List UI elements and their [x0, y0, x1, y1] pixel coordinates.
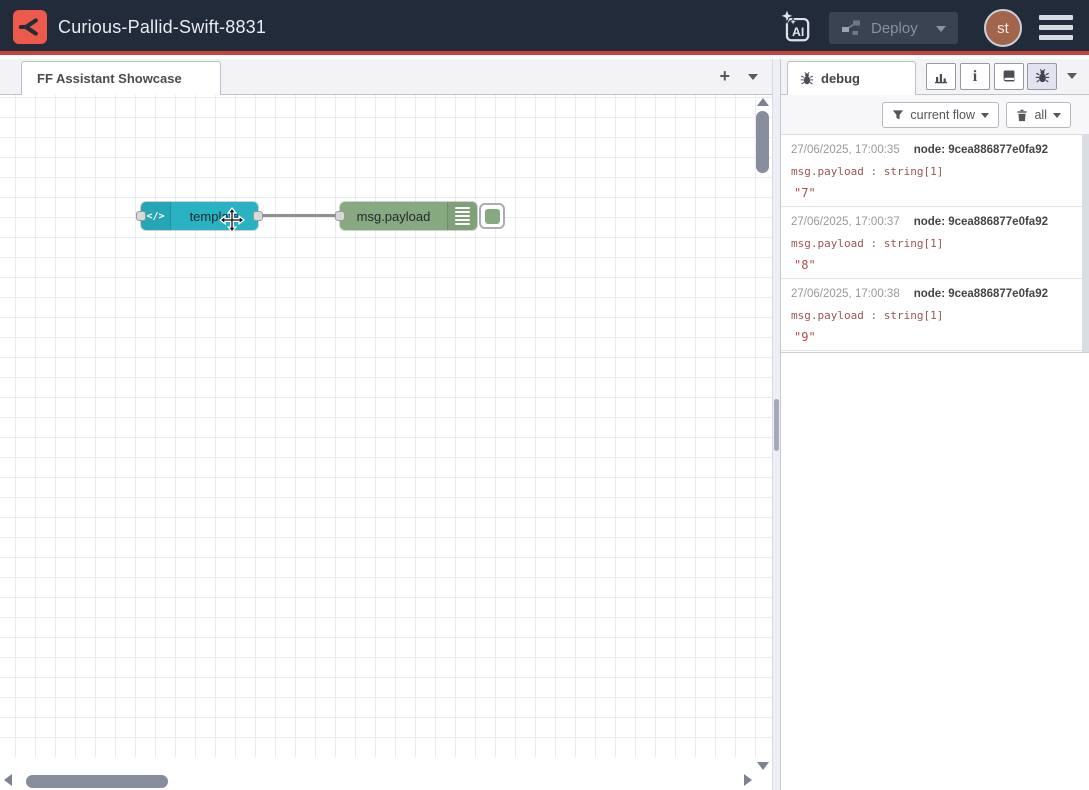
main-menu-button[interactable]: [1039, 15, 1073, 40]
bug-icon: [1035, 69, 1050, 84]
debug-tab-button[interactable]: [1027, 63, 1057, 90]
user-avatar[interactable]: st: [984, 9, 1022, 47]
move-cursor-icon: [219, 207, 245, 233]
add-flow-button[interactable]: +: [719, 66, 730, 87]
debug-toolbar: current flow all: [781, 95, 1089, 135]
clear-caret: [1053, 113, 1061, 118]
tab-debug[interactable]: debug: [787, 61, 916, 95]
message-timestamp: 27/06/2025, 17:00:35: [791, 144, 900, 156]
debug-message: 27/06/2025, 17:00:38 node: 9cea886877e0fa…: [781, 279, 1089, 351]
trash-icon: [1016, 109, 1028, 122]
workspace: FF Assistant Showcase + </> template msg…: [0, 59, 772, 790]
message-value: "7": [791, 186, 1073, 200]
canvas-grid: [0, 95, 772, 757]
debug-list-scrollbar[interactable]: [1082, 135, 1089, 352]
deploy-button[interactable]: Deploy: [829, 12, 958, 44]
flow-list-caret[interactable]: [748, 74, 758, 80]
message-timestamp: 27/06/2025, 17:00:37: [791, 216, 900, 228]
flow-tab-bar: FF Assistant Showcase +: [0, 59, 772, 95]
bug-icon: [800, 72, 814, 86]
sidebar: debug i: [780, 59, 1089, 790]
scroll-up-arrow[interactable]: [757, 98, 769, 106]
vertical-scrollbar-thumb[interactable]: [756, 111, 769, 173]
sidebar-tab-bar: debug i: [781, 59, 1089, 95]
dashboard-tab-button[interactable]: [926, 63, 956, 90]
deploy-options-caret[interactable]: [936, 26, 946, 32]
template-output-port[interactable]: [253, 211, 263, 221]
message-property[interactable]: msg.payload : string[1]: [791, 309, 1073, 322]
flow-canvas[interactable]: </> template msg.payload: [0, 95, 772, 790]
message-node-id: node: 9cea886877e0fa92: [914, 288, 1048, 300]
flow-tab-label: FF Assistant Showcase: [37, 71, 182, 86]
message-value: "8": [791, 258, 1073, 272]
debug-filter-button[interactable]: current flow: [882, 102, 999, 128]
message-property[interactable]: msg.payload : string[1]: [791, 237, 1073, 250]
message-timestamp: 27/06/2025, 17:00:38: [791, 288, 900, 300]
clear-label: all: [1034, 108, 1047, 122]
flow-tab[interactable]: FF Assistant Showcase: [21, 61, 221, 95]
message-node-id: node: 9cea886877e0fa92: [914, 144, 1048, 156]
debug-message-list: 27/06/2025, 17:00:35 node: 9cea886877e0fa…: [781, 135, 1089, 353]
sidebar-tabs-caret[interactable]: [1067, 73, 1077, 79]
template-input-port[interactable]: [136, 211, 146, 221]
node-label: msg.payload: [340, 209, 447, 224]
node-red-editor: Curious-Pallid-Swift-8831 AI Deploy: [0, 0, 1089, 790]
deploy-label: Deploy: [871, 20, 918, 37]
filter-caret: [981, 113, 989, 118]
menu-bar: [1039, 35, 1073, 40]
debug-clear-button[interactable]: all: [1006, 102, 1071, 128]
sidebar-splitter[interactable]: [772, 59, 780, 790]
debug-enable-toggle[interactable]: [479, 203, 505, 229]
bar-chart-icon: [933, 69, 949, 85]
message-property[interactable]: msg.payload : string[1]: [791, 165, 1073, 178]
wire-template-to-debug[interactable]: [258, 214, 340, 217]
ai-assistant-button[interactable]: AI: [777, 9, 817, 49]
filter-funnel-icon: [892, 109, 904, 121]
debug-message: 27/06/2025, 17:00:37 node: 9cea886877e0fa…: [781, 207, 1089, 279]
scroll-down-arrow[interactable]: [757, 762, 769, 770]
splitter-grip: [774, 399, 779, 451]
header: Curious-Pallid-Swift-8831 AI Deploy: [0, 0, 1089, 55]
sidebar-tab-label: debug: [821, 71, 860, 86]
svg-text:AI: AI: [792, 25, 804, 39]
message-value: "9": [791, 330, 1073, 344]
node-debug[interactable]: msg.payload: [340, 202, 477, 230]
help-tab-button[interactable]: [994, 63, 1024, 90]
horizontal-scrollbar-thumb[interactable]: [26, 775, 168, 788]
deploy-nodes-icon: [841, 19, 861, 37]
book-icon: [1001, 69, 1017, 85]
flowfuse-logo[interactable]: [13, 10, 47, 44]
instance-title: Curious-Pallid-Swift-8831: [58, 0, 266, 55]
filter-label: current flow: [910, 108, 975, 122]
info-tab-button[interactable]: i: [960, 63, 990, 90]
debug-input-port[interactable]: [335, 211, 345, 221]
scroll-right-arrow[interactable]: [744, 774, 752, 786]
menu-bar: [1039, 15, 1073, 20]
debug-list-icon: [447, 202, 477, 230]
menu-bar: [1039, 25, 1073, 30]
ai-sparkle-icon: AI: [778, 9, 816, 47]
scroll-left-arrow[interactable]: [4, 774, 12, 786]
message-node-id: node: 9cea886877e0fa92: [914, 216, 1048, 228]
fork-icon: [16, 13, 44, 41]
debug-message: 27/06/2025, 17:00:35 node: 9cea886877e0fa…: [781, 135, 1089, 207]
info-icon: i: [973, 69, 977, 85]
